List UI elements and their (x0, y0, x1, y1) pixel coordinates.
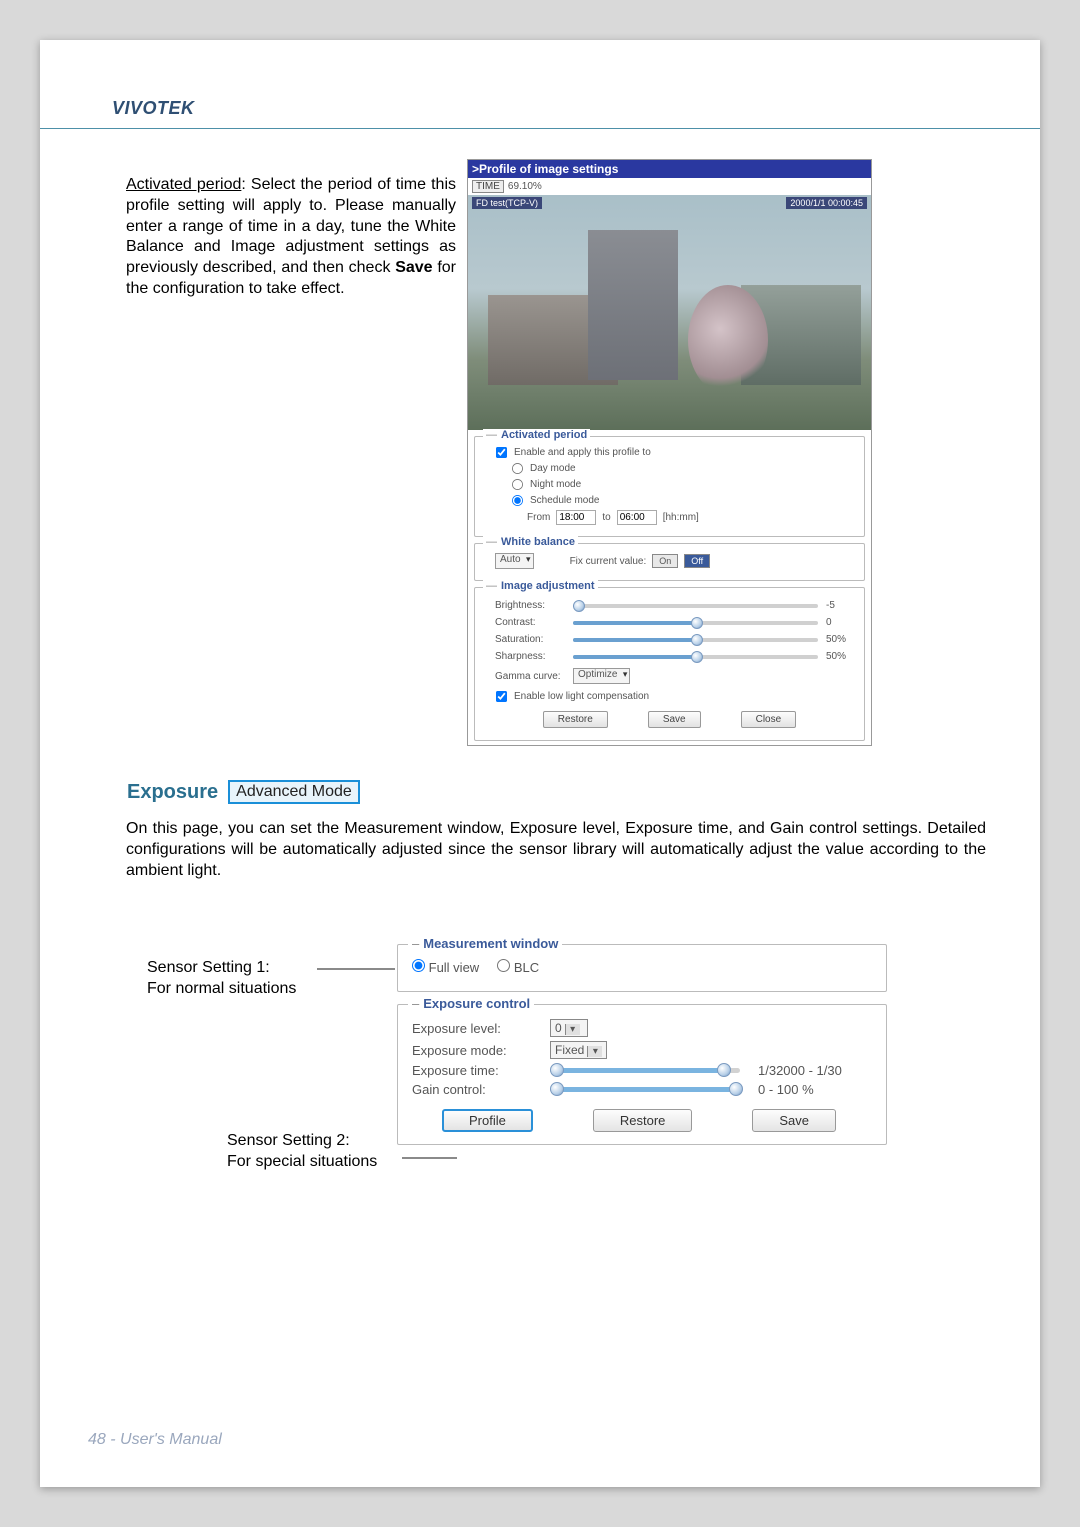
save-button[interactable]: Save (648, 711, 701, 728)
exposure-time-slider[interactable] (550, 1068, 740, 1073)
exposure-control-fieldset: –Exposure control Exposure level: 0▾ Exp… (397, 1004, 887, 1145)
wb-off-button[interactable]: Off (684, 554, 710, 568)
from-label: From (527, 512, 550, 523)
night-mode-label: Night mode (530, 479, 581, 490)
header-divider (40, 128, 1040, 129)
white-balance-fieldset: —White balance Auto Fix current value: O… (474, 543, 865, 581)
enable-profile-label: Enable and apply this profile to (514, 447, 651, 458)
exposure-mode-select[interactable]: Fixed▾ (550, 1041, 607, 1059)
brightness-slider[interactable] (573, 604, 818, 608)
activated-period-label: Activated period (126, 176, 241, 193)
page: VIVOTEK Activated period: Select the per… (40, 40, 1040, 1487)
to-input[interactable] (617, 510, 657, 525)
exposure-heading: Exposure Advanced Mode (127, 780, 360, 804)
saturation-label: Saturation: (495, 634, 565, 645)
sensor-setting-2: Sensor Setting 2: For special situations (227, 1131, 377, 1173)
measurement-window-fieldset: –Measurement window Full view BLC (397, 944, 887, 992)
contrast-label: Contrast: (495, 617, 565, 628)
brand: VIVOTEK (112, 98, 195, 119)
day-mode-radio[interactable] (512, 463, 523, 474)
blc-radio[interactable] (497, 959, 510, 972)
wb-on-button[interactable]: On (652, 554, 678, 568)
saturation-slider[interactable] (573, 638, 818, 642)
low-light-label: Enable low light compensation (514, 691, 649, 702)
blc-option[interactable]: BLC (497, 959, 539, 975)
restore-button[interactable]: Restore (543, 711, 608, 728)
enable-profile-checkbox[interactable] (496, 447, 507, 458)
collapse-icon[interactable]: – (412, 936, 419, 951)
image-adjustment-fieldset: —Image adjustment Brightness: -5 Contras… (474, 587, 865, 741)
brightness-label: Brightness: (495, 600, 565, 611)
camera-timestamp: 2000/1/1 00:00:45 (786, 197, 867, 209)
full-view-radio[interactable] (412, 959, 425, 972)
gain-control-label: Gain control: (412, 1082, 532, 1097)
day-mode-label: Day mode (530, 463, 576, 474)
profile-panel: >Profile of image settings TIME 69.10% F… (467, 159, 872, 746)
image-adjustment-legend: —Image adjustment (483, 580, 598, 592)
sharpness-slider[interactable] (573, 655, 818, 659)
from-input[interactable] (556, 510, 596, 525)
collapse-icon[interactable]: – (412, 996, 419, 1011)
exposure-mode-label: Exposure mode: (412, 1043, 532, 1058)
exposure-level-select[interactable]: 0▾ (550, 1019, 588, 1037)
sensor-setting-1: Sensor Setting 1: For normal situations (147, 958, 296, 1000)
camera-label: FD test(TCP-V) (472, 197, 542, 209)
collapse-icon[interactable]: — (486, 429, 497, 441)
schedule-mode-label: Schedule mode (530, 495, 600, 506)
contrast-slider[interactable] (573, 621, 818, 625)
control-panel: –Measurement window Full view BLC –Expos… (397, 938, 887, 1157)
close-button[interactable]: Close (741, 711, 797, 728)
gamma-select[interactable]: Optimize (573, 668, 630, 684)
gamma-label: Gamma curve: (495, 671, 565, 682)
sharpness-label: Sharpness: (495, 651, 565, 662)
full-view-option[interactable]: Full view (412, 959, 479, 975)
sensor1-line (317, 968, 395, 970)
measurement-legend: –Measurement window (408, 936, 562, 951)
contrast-value: 0 (826, 617, 856, 628)
activated-period-legend: —Activated period (483, 429, 590, 441)
activated-period-fieldset: —Activated period Enable and apply this … (474, 436, 865, 537)
save-button[interactable]: Save (752, 1109, 836, 1132)
video-preview: FD test(TCP-V) 2000/1/1 00:00:45 (468, 195, 871, 430)
activated-period-paragraph: Activated period: Select the period of t… (126, 175, 456, 300)
chevron-down-icon: ▾ (587, 1046, 602, 1057)
night-mode-radio[interactable] (512, 479, 523, 490)
exposure-time-value: 1/32000 - 1/30 (758, 1063, 842, 1078)
profile-button[interactable]: Profile (442, 1109, 533, 1132)
brightness-value: -5 (826, 600, 856, 611)
chevron-down-icon: ▾ (565, 1024, 580, 1035)
white-balance-legend: —White balance (483, 536, 578, 548)
exposure-level-label: Exposure level: (412, 1021, 532, 1036)
collapse-icon[interactable]: — (486, 580, 497, 592)
restore-button[interactable]: Restore (593, 1109, 693, 1132)
sensor-block: Sensor Setting 1: For normal situations … (147, 938, 887, 1188)
advanced-mode-badge: Advanced Mode (228, 780, 360, 804)
exposure-title: Exposure (127, 781, 218, 804)
to-label: to (602, 512, 610, 523)
fix-current-label: Fix current value: (570, 556, 647, 567)
low-light-checkbox[interactable] (496, 691, 507, 702)
schedule-mode-radio[interactable] (512, 495, 523, 506)
exposure-paragraph: On this page, you can set the Measuremen… (126, 819, 986, 881)
sharpness-value: 50% (826, 651, 856, 662)
exposure-time-label: Exposure time: (412, 1063, 532, 1078)
time-row: TIME 69.10% (468, 178, 871, 195)
gain-control-value: 0 - 100 % (758, 1082, 814, 1097)
profile-title: >Profile of image settings (468, 160, 871, 178)
page-footer: 48 - User's Manual (88, 1431, 222, 1449)
wb-mode-select[interactable]: Auto (495, 553, 534, 569)
exposure-control-legend: –Exposure control (408, 996, 534, 1011)
gain-control-slider[interactable] (550, 1087, 740, 1092)
collapse-icon[interactable]: — (486, 536, 497, 548)
save-word: Save (395, 259, 432, 276)
time-pct: 69.10% (508, 181, 542, 192)
saturation-value: 50% (826, 634, 856, 645)
sensor2-line (402, 1157, 457, 1159)
time-button[interactable]: TIME (472, 180, 504, 193)
time-format-hint: [hh:mm] (663, 512, 699, 523)
